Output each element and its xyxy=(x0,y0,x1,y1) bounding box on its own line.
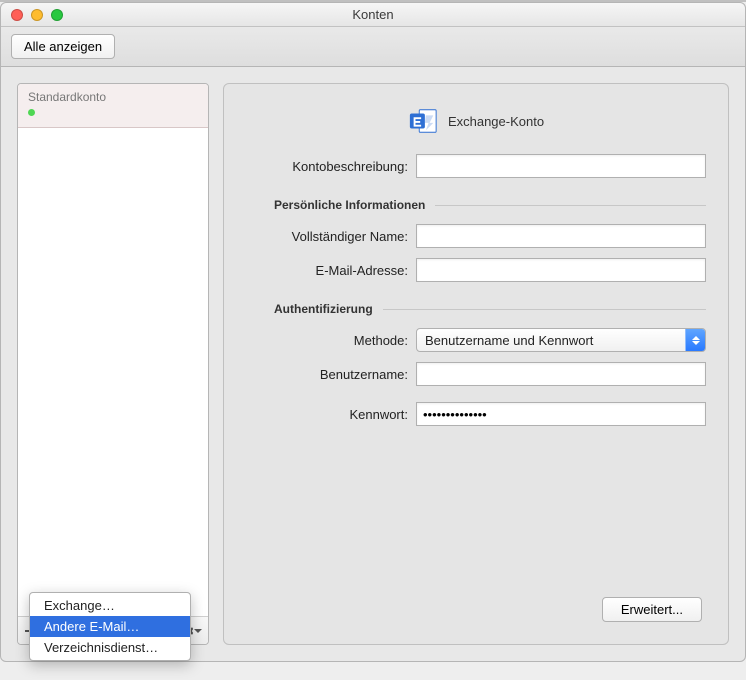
auth-method-select[interactable]: Benutzername und Kennwort xyxy=(416,328,706,352)
label-full-name: Vollständiger Name: xyxy=(246,229,416,244)
auth-method-value: Benutzername und Kennwort xyxy=(417,333,685,348)
email-input[interactable] xyxy=(416,258,706,282)
sidebar: Standardkonto xyxy=(17,83,209,645)
label-password: Kennwort: xyxy=(246,407,416,422)
section-authentication: Authentifizierung xyxy=(246,302,706,316)
divider xyxy=(383,309,706,310)
account-item-default[interactable]: Standardkonto xyxy=(18,84,208,128)
updown-arrows-icon xyxy=(685,329,705,351)
window-title: Konten xyxy=(1,7,745,22)
menu-item-exchange[interactable]: Exchange… xyxy=(30,595,190,616)
account-type-header: Exchange-Konto xyxy=(246,106,706,136)
titlebar: Konten xyxy=(1,3,745,27)
exchange-icon xyxy=(408,106,438,136)
section-auth-label: Authentifizierung xyxy=(246,302,383,316)
menu-item-other-email[interactable]: Andere E-Mail… xyxy=(30,616,190,637)
menu-item-directory-service[interactable]: Verzeichnisdienst… xyxy=(30,637,190,658)
status-dot-online xyxy=(28,109,35,116)
divider xyxy=(435,205,706,206)
show-all-button[interactable]: Alle anzeigen xyxy=(11,34,115,59)
full-name-input[interactable] xyxy=(416,224,706,248)
section-personal-info: Persönliche Informationen xyxy=(246,198,706,212)
add-account-menu: Exchange… Andere E-Mail… Verzeichnisdien… xyxy=(29,592,191,661)
toolbar: Alle anzeigen xyxy=(1,27,745,67)
label-email: E-Mail-Adresse: xyxy=(246,263,416,278)
advanced-button[interactable]: Erweitert... xyxy=(602,597,702,622)
label-description: Kontobeschreibung: xyxy=(246,159,416,174)
account-type-label: Exchange-Konto xyxy=(448,114,544,129)
password-input[interactable] xyxy=(416,402,706,426)
username-input[interactable] xyxy=(416,362,706,386)
content-area: Standardkonto xyxy=(1,67,745,661)
section-personal-label: Persönliche Informationen xyxy=(246,198,435,212)
account-name-label: Standardkonto xyxy=(28,90,198,104)
account-description-input[interactable] xyxy=(416,154,706,178)
chevron-down-icon xyxy=(194,627,202,635)
label-method: Methode: xyxy=(246,333,416,348)
accounts-list: Standardkonto xyxy=(18,84,208,616)
accounts-window: Konten Alle anzeigen Standardkonto xyxy=(0,2,746,662)
label-username: Benutzername: xyxy=(246,367,416,382)
account-details-panel: Exchange-Konto Kontobeschreibung: Persön… xyxy=(223,83,729,645)
